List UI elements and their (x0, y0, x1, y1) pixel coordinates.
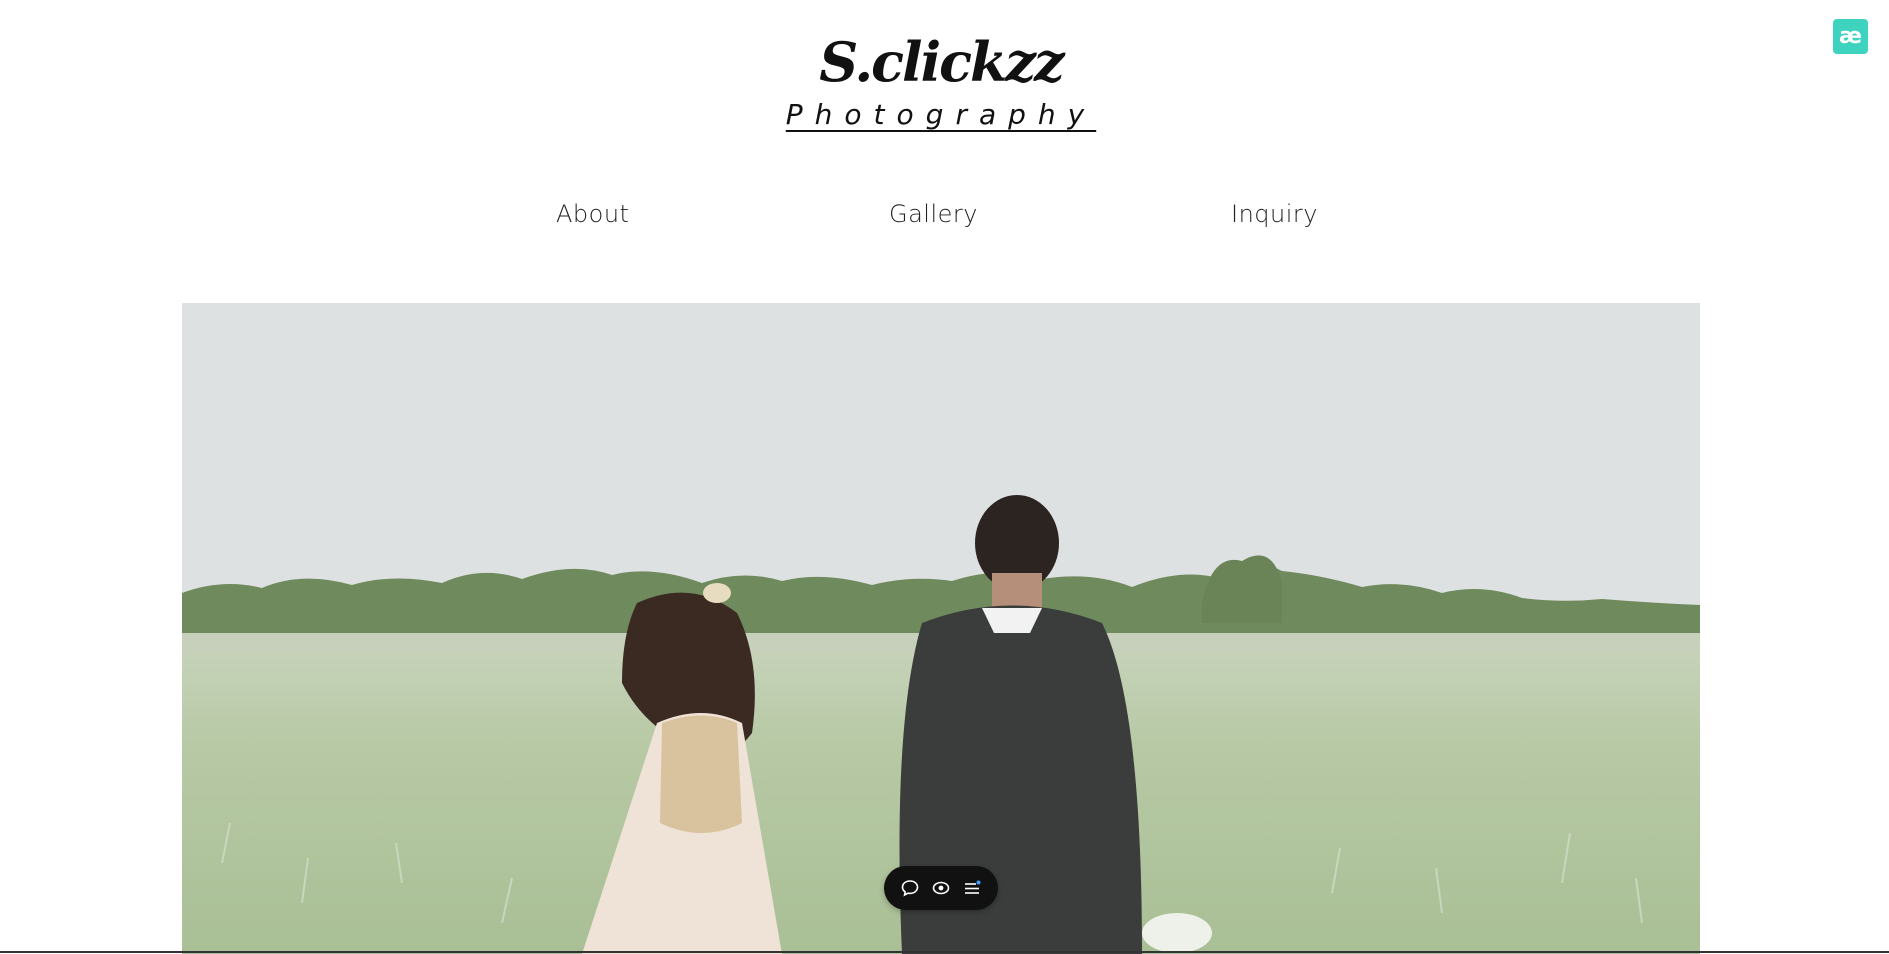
site-header: S.clickzz Photography About Gallery Inqu… (0, 0, 1889, 300)
nav-item-gallery[interactable]: Gallery (889, 200, 978, 228)
hero-image (182, 303, 1700, 954)
site-logo-title[interactable]: S.clickzz (0, 30, 1882, 94)
main-nav: About Gallery Inquiry (0, 200, 1889, 240)
site-logo-subtitle[interactable]: Photography (0, 98, 1882, 131)
eye-icon[interactable] (930, 877, 952, 899)
nav-item-inquiry[interactable]: Inquiry (1231, 200, 1318, 228)
comment-icon[interactable] (899, 877, 921, 899)
ae-app-icon[interactable]: æ (1833, 19, 1868, 54)
menu-list-icon[interactable] (961, 877, 983, 899)
floating-toolbar (884, 866, 998, 910)
page-divider (0, 951, 1889, 953)
wedding-photo-illustration (182, 303, 1700, 954)
nav-item-about[interactable]: About (556, 200, 629, 228)
